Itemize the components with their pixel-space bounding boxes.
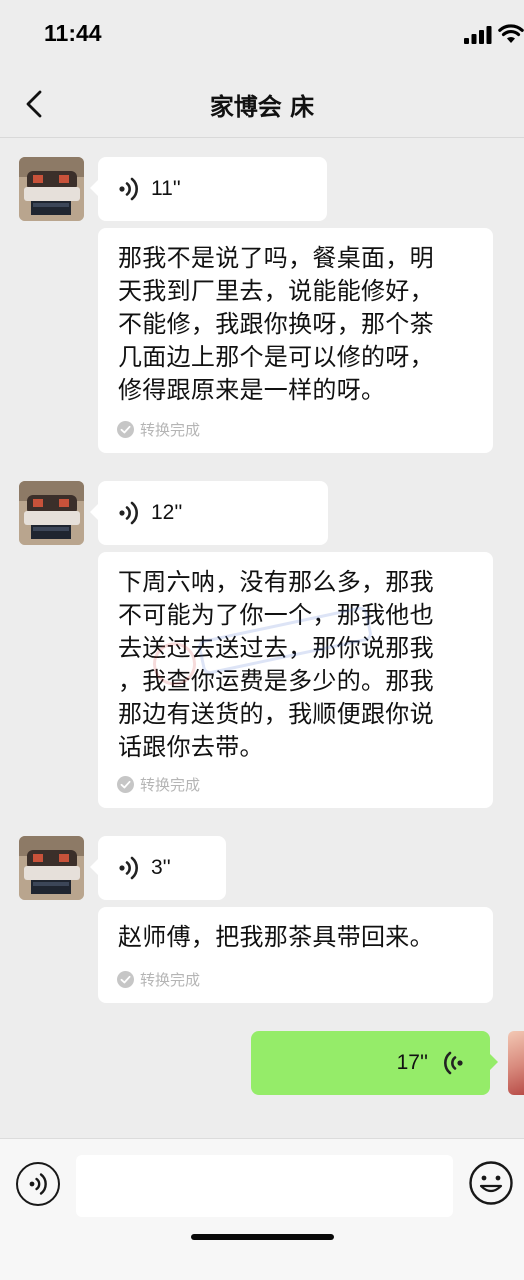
voice-message-bubble[interactable]: 3'' — [90, 836, 226, 900]
voice-wave-icon — [119, 856, 138, 880]
voice-message-bubble[interactable]: 11'' — [90, 157, 327, 221]
convert-status: 转换完成 — [117, 419, 200, 439]
contact-avatar[interactable] — [19, 157, 84, 221]
transcript-text: 那我不是说了吗，餐桌面，明 天我到厂里去，说能能修好， 不能修，我跟你换呀，那个… — [118, 242, 478, 407]
voice-duration: 12'' — [151, 501, 183, 524]
convert-status: 转换完成 — [117, 969, 200, 989]
transcript-bubble[interactable]: 赵师傅，把我那茶具带回来。 转换完成 — [98, 907, 493, 1003]
voice-duration: 17'' — [396, 1051, 428, 1074]
voice-wave-icon — [444, 1051, 463, 1075]
chat-title: 家博会 床 — [209, 93, 315, 121]
transcript-line: 那边有送货的，我顺便跟你说 — [118, 700, 434, 728]
contact-avatar[interactable] — [19, 481, 84, 545]
voice-wave-icon — [29, 1173, 47, 1195]
transcript-text: 赵师傅，把我那茶具带回来。 — [118, 921, 478, 954]
voice-wave-icon — [119, 501, 138, 525]
transcript-bubble[interactable]: 那我不是说了吗，餐桌面，明 天我到厂里去，说能能修好， 不能修，我跟你换呀，那个… — [98, 228, 493, 453]
voice-duration: 11'' — [151, 177, 181, 200]
convert-status-label: 转换完成 — [140, 420, 201, 439]
nav-bar: 家博会 床 — [0, 72, 524, 138]
wifi-icon — [498, 24, 524, 43]
convert-status-label: 转换完成 — [140, 775, 201, 794]
transcript-line: ，我查你运费是多少的。那我 — [118, 667, 434, 695]
transcript-line: 不可能为了你一个，那我他也 — [118, 601, 434, 629]
transcript-line: 下周六呐，没有那么多，那我 — [118, 568, 434, 596]
convert-status-label: 转换完成 — [140, 970, 201, 989]
convert-status: 转换完成 — [117, 774, 200, 794]
voice-message-bubble[interactable]: 12'' — [90, 481, 328, 545]
transcript-line: 不能修，我跟你换呀，那个茶 — [118, 310, 434, 338]
transcript-line: 赵师傅，把我那茶具带回来。 — [118, 923, 434, 951]
sofa-photo — [19, 481, 84, 545]
transcript-line: 修得跟原来是一样的呀。 — [118, 376, 386, 404]
voice-input-button[interactable] — [16, 1162, 60, 1206]
transcript-bubble[interactable]: 下周六呐，没有那么多，那我 不可能为了你一个，那我他也 去送过去送过去，那你说那… — [98, 552, 493, 808]
transcript-line: 几面边上那个是可以修的呀， — [118, 343, 434, 371]
transcript-line: 话跟你去带。 — [118, 733, 264, 761]
status-time: 11:44 — [44, 20, 102, 46]
sofa-photo — [19, 157, 84, 221]
check-circle-icon — [117, 970, 134, 988]
self-avatar[interactable] — [508, 1031, 524, 1095]
message-input[interactable] — [76, 1155, 453, 1217]
cellular-signal-icon — [464, 26, 492, 44]
status-bar: 11:44 — [0, 0, 524, 72]
transcript-line: 去送过去送过去，那你说那我 — [118, 634, 434, 662]
emoji-icon[interactable] — [468, 1160, 514, 1206]
check-circle-icon — [117, 420, 134, 438]
transcript-line: 天我到厂里去，说能能修好， — [118, 277, 434, 305]
input-bar — [0, 1138, 524, 1280]
check-circle-icon — [117, 775, 134, 793]
outgoing-voice-bubble[interactable]: 17'' — [251, 1031, 498, 1095]
home-indicator[interactable] — [191, 1234, 334, 1240]
voice-duration: 3'' — [151, 856, 171, 879]
sofa-photo — [19, 836, 84, 900]
voice-wave-icon — [119, 177, 138, 201]
transcript-text: 下周六呐，没有那么多，那我 不可能为了你一个，那我他也 去送过去送过去，那你说那… — [118, 566, 478, 764]
contact-avatar[interactable] — [19, 836, 84, 900]
transcript-line: 那我不是说了吗，餐桌面，明 — [118, 244, 434, 272]
